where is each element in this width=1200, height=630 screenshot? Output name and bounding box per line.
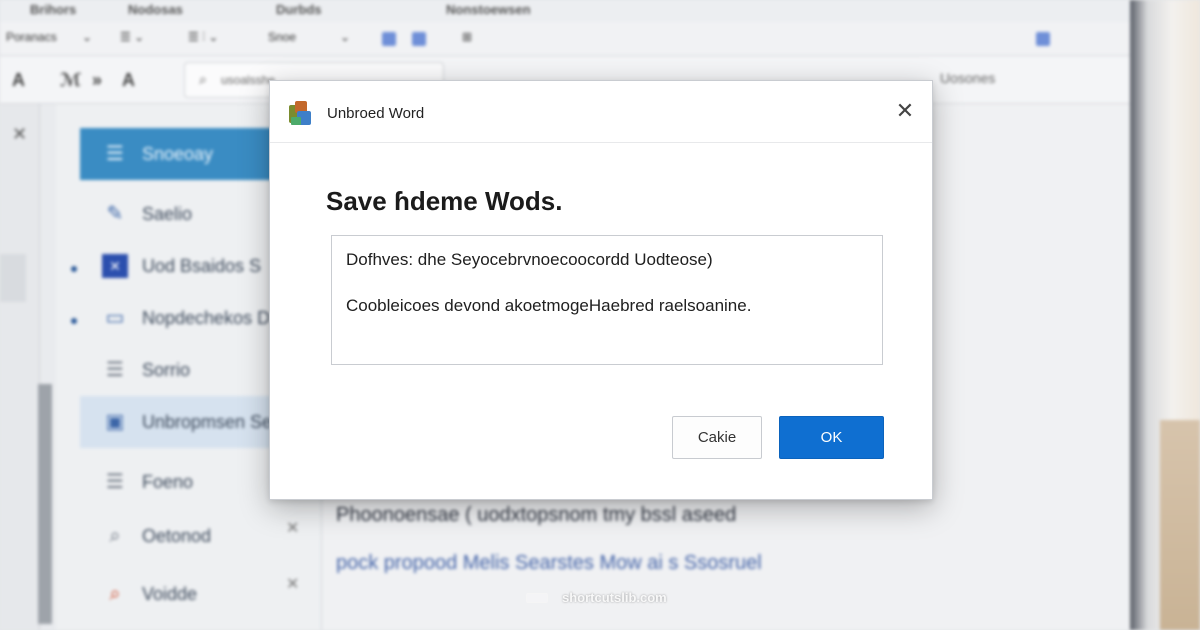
arrow-icon[interactable]: » — [92, 70, 102, 91]
ribbon-label: Uosones — [940, 70, 996, 86]
search-icon: ⌕ — [109, 583, 121, 605]
color-icon[interactable] — [412, 32, 426, 46]
watermark-text: shortcutslib.com — [562, 590, 667, 605]
scrollbar[interactable] — [38, 384, 52, 624]
sidebar-item-label: Foeno — [142, 472, 194, 492]
menu-item[interactable]: Durbds — [276, 2, 322, 17]
chevron-down-icon[interactable]: ⌄ — [340, 30, 350, 44]
list-icon: ☰ — [106, 359, 124, 381]
dialog-heading: Save ɦdeme Wods. — [326, 186, 563, 216]
sidebar-item-label: Saelio — [142, 204, 193, 224]
dialog-titlebar: Unbroed Word ✕ — [270, 81, 932, 143]
chevron-down-icon[interactable]: ⌄ — [82, 30, 92, 44]
layout-icon[interactable]: ⊞ — [462, 30, 472, 44]
tablet-icon: ▣ — [105, 411, 125, 433]
search-placeholder: usoalsshe — [221, 73, 276, 87]
formatting-toolbar: Poranacs ⌄ ☰ ⌄ ☰ ⫶ ⌄ Snoe ⌄ ⊞ — [0, 22, 1130, 56]
edit-icon: ✎ — [106, 203, 124, 225]
bullet-icon — [71, 266, 77, 272]
search-icon: ⌕ — [109, 525, 121, 547]
document-text: Phoonoensae ( uodxtopsnom tmy bssl aseed — [336, 504, 737, 526]
script-icon[interactable]: ℳ — [60, 70, 81, 91]
message-line: Dofhves: dhe Seyocebrvnoecoocordd Uodteo… — [346, 250, 713, 269]
dialog-title: Unbroed Word — [327, 105, 425, 122]
monitor-icon: ▭ — [105, 307, 125, 329]
bullet-icon — [71, 318, 77, 324]
list-icon[interactable]: ☰ ⌄ — [120, 30, 144, 44]
ok-button[interactable]: OK — [779, 416, 884, 459]
sidebar-item-label: Nopdechekos D — [142, 308, 271, 328]
menu-bar: Brihors Nodosas Durbds Nonstoewsen — [0, 0, 1130, 22]
font-icon[interactable]: A — [12, 70, 25, 91]
sidebar-item-label: Snoeoay — [142, 144, 214, 164]
background-object — [1160, 420, 1200, 630]
size-dropdown[interactable]: Snoe — [268, 30, 296, 44]
app-status-icon[interactable] — [1036, 32, 1050, 46]
keyboard-icon — [526, 593, 548, 603]
monitor-bezel — [1130, 0, 1200, 630]
list-icon: ☰ — [106, 471, 124, 493]
close-icon[interactable]: ✕ — [12, 124, 27, 145]
panel-tab[interactable] — [0, 254, 26, 302]
indent-icon[interactable]: ☰ ⫶ ⌄ — [188, 30, 218, 45]
message-box: Dofhves: dhe Seyocebrvnoecoocordd Uodteo… — [331, 235, 883, 365]
style-dropdown[interactable]: Poranacs — [6, 30, 57, 44]
list-icon: ☰ — [106, 143, 124, 165]
sidebar-item-label: Uod Bsaidos S — [142, 256, 262, 276]
sidebar-item-label: Unbropmsen Se — [142, 412, 273, 432]
sidebar-item-9[interactable]: ⌕ Voidde — [80, 568, 322, 620]
document-link-text[interactable]: pock propood Melis Searstes Mow ai s Sso… — [336, 552, 762, 575]
menu-item[interactable]: Brihors — [30, 2, 76, 17]
app-icon — [287, 101, 313, 127]
message-line: Coobleicoes devond akoetmogeHaebred rael… — [346, 296, 752, 315]
text-color-icon[interactable]: A — [122, 70, 135, 91]
sidebar-item-label: Voidde — [142, 584, 198, 604]
search-icon: ⌕ — [199, 71, 207, 87]
color-icon[interactable] — [382, 32, 396, 46]
cancel-button[interactable]: Cakie — [672, 416, 762, 459]
image-icon: ✕ — [102, 254, 128, 278]
sidebar-item-label: Oetonod — [142, 526, 212, 546]
close-icon[interactable]: ✕ — [890, 97, 920, 127]
save-dialog: Unbroed Word ✕ Save ɦdeme Wods. Dofhves:… — [269, 80, 933, 500]
menu-item[interactable]: Nodosas — [128, 2, 183, 17]
menu-item[interactable]: Nonstoewsen — [446, 2, 531, 17]
sidebar-item-8[interactable]: ⌕ Oetonod — [80, 510, 322, 562]
left-panel: ✕ — [0, 104, 52, 630]
sidebar-item-label: Sorrio — [142, 360, 191, 380]
